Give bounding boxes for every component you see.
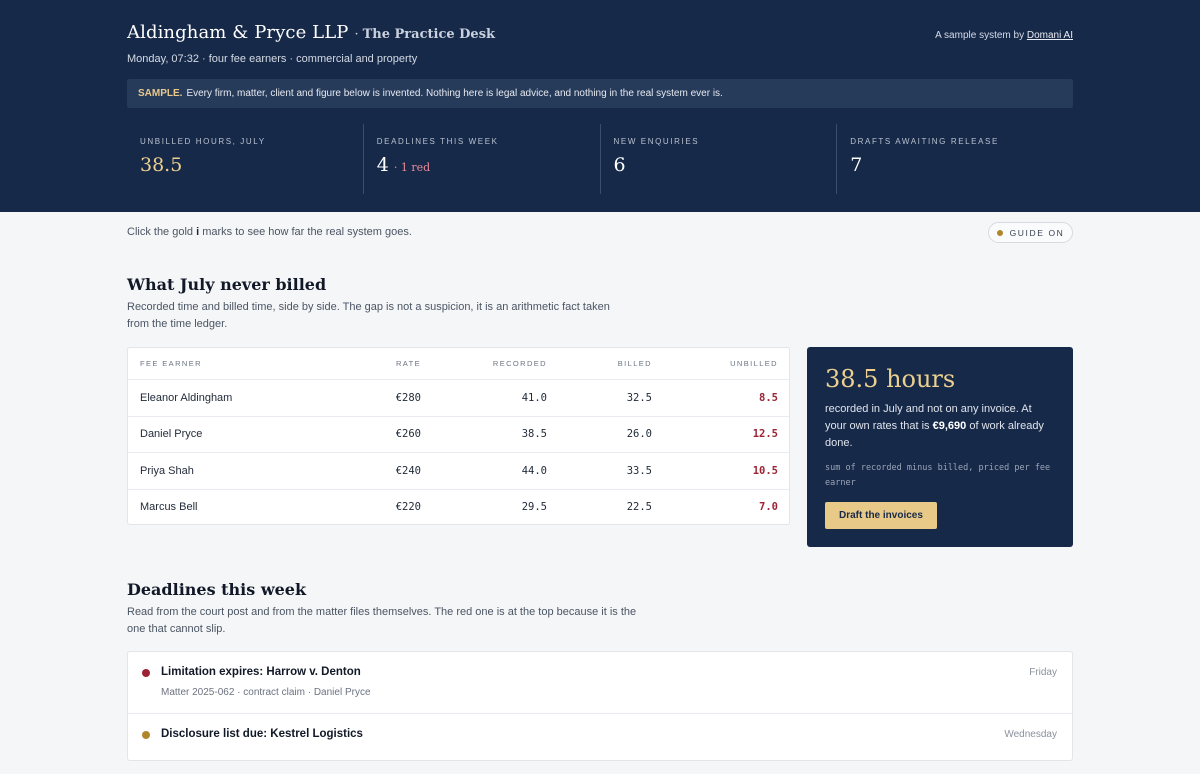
- draft-invoices-button[interactable]: Draft the invoices: [825, 502, 937, 529]
- byline: A sample system by Domani AI: [935, 30, 1073, 41]
- stat-label: DEADLINES THIS WEEK: [376, 137, 499, 146]
- rate-cell: €280: [395, 391, 421, 404]
- table-row[interactable]: Daniel Pryce €260 38.5 26.0 12.5: [128, 415, 789, 453]
- firm-name: Aldingham & Pryce LLP: [127, 22, 349, 43]
- deadline-item[interactable]: Limitation expires: Harrow v. Denton Mat…: [128, 652, 1072, 713]
- app-subtitle: The Practice Desk: [362, 27, 496, 42]
- stat-value: 4 · 1 red: [377, 154, 600, 176]
- stat-label: DRAFTS AWAITING RELEASE: [850, 137, 999, 146]
- header-meta: Monday, 07:32 · four fee earners · comme…: [127, 53, 418, 65]
- red-status-dot: [142, 669, 150, 677]
- summary-amount: €9,690: [932, 420, 967, 432]
- stat-value: 6: [614, 154, 837, 176]
- stat-number: 4: [376, 154, 389, 176]
- stat-value: 38.5: [140, 154, 363, 176]
- table-row[interactable]: Marcus Bell €220 29.5 22.5 7.0: [128, 488, 789, 526]
- deadlines-list: Limitation expires: Harrow v. Denton Mat…: [127, 651, 1073, 761]
- fee-earner-name: Priya Shah: [140, 464, 194, 477]
- stat-new-enquiries[interactable]: NEW ENQUIRIES 6: [599, 124, 837, 194]
- stat-drafts[interactable]: DRAFTS AWAITING RELEASE 7: [836, 124, 1073, 194]
- billed-cell: 33.5: [626, 464, 652, 477]
- fee-earner-name: Eleanor Aldingham: [140, 391, 233, 404]
- page-header: Aldingham & Pryce LLP · The Practice Des…: [0, 0, 1200, 212]
- info-mark: i: [196, 226, 200, 238]
- byline-link[interactable]: Domani AI: [1027, 30, 1073, 41]
- table-row[interactable]: Priya Shah €240 44.0 33.5 10.5: [128, 452, 789, 489]
- summary-method-note: sum of recorded minus billed, priced per…: [825, 463, 1051, 488]
- recorded-cell: 29.5: [521, 501, 547, 514]
- billed-cell: 26.0: [626, 428, 652, 441]
- stat-number: 7: [850, 154, 863, 176]
- sample-banner: SAMPLE. Every firm, matter, client and f…: [127, 79, 1073, 108]
- guide-toggle[interactable]: GUIDE ON: [988, 222, 1073, 243]
- col-header-recorded: RECORDED: [492, 359, 547, 368]
- stats-row: UNBILLED HOURS, JULY 38.5 DEADLINES THIS…: [127, 124, 1073, 194]
- summary-hours: 38.5 hours: [825, 365, 956, 393]
- guide-text-after: marks to see how far the real system goe…: [202, 226, 412, 238]
- rate-cell: €240: [395, 464, 421, 477]
- deadlines-section-desc: Read from the court post and from the ma…: [127, 606, 637, 635]
- deadline-day: Friday: [1029, 667, 1057, 678]
- guide-status-dot: [996, 229, 1003, 236]
- deadline-title: Disclosure list due: Kestrel Logistics: [161, 728, 363, 740]
- col-header-rate: RATE: [395, 359, 421, 368]
- guide-text-before: Click the gold: [127, 226, 194, 238]
- stat-unbilled-hours[interactable]: UNBILLED HOURS, JULY 38.5: [127, 124, 363, 194]
- col-header-fee-earner: FEE EARNER: [140, 359, 202, 368]
- col-header-unbilled: UNBILLED: [730, 359, 778, 368]
- recorded-cell: 41.0: [521, 391, 547, 404]
- unbilled-section-desc: Recorded time and billed time, side by s…: [127, 301, 610, 330]
- title-separator: ·: [354, 27, 359, 42]
- unbilled-section-title: What July never billed: [127, 275, 327, 294]
- recorded-cell: 44.0: [521, 464, 547, 477]
- deadline-day: Wednesday: [1004, 729, 1057, 740]
- unbilled-cell: 10.5: [752, 464, 778, 477]
- stat-number: 6: [613, 154, 626, 176]
- sample-tag: SAMPLE.: [138, 88, 183, 99]
- summary-text: recorded in July and not on any invoice.…: [825, 401, 1055, 452]
- rate-cell: €260: [395, 428, 421, 441]
- guide-toggle-label: GUIDE ON: [1009, 227, 1065, 238]
- deadline-meta: Matter 2025-062 · contract claim · Danie…: [161, 687, 371, 698]
- unbilled-cell: 8.5: [759, 391, 778, 404]
- stat-label: NEW ENQUIRIES: [613, 137, 700, 146]
- deadlines-section-title: Deadlines this week: [127, 580, 307, 599]
- byline-prefix: A sample system by: [935, 30, 1025, 41]
- unbilled-summary-card: 38.5 hours recorded in July and not on a…: [807, 347, 1073, 547]
- table-header: FEE EARNER RATE RECORDED BILLED UNBILLED: [128, 348, 789, 379]
- amber-status-dot: [142, 731, 150, 739]
- sample-banner-text: Every firm, matter, client and figure be…: [186, 88, 723, 99]
- firm-title-row: Aldingham & Pryce LLP · The Practice Des…: [127, 22, 495, 43]
- unbilled-cell: 12.5: [752, 428, 778, 441]
- stat-red-note: · 1 red: [393, 161, 431, 174]
- stat-label: UNBILLED HOURS, JULY: [140, 137, 266, 146]
- stat-value: 7: [850, 154, 1073, 176]
- unbilled-cell: 7.0: [759, 501, 778, 514]
- col-header-billed: BILLED: [617, 359, 652, 368]
- stat-number: 38.5: [140, 154, 183, 176]
- rate-cell: €220: [395, 501, 421, 514]
- guide-hint: Click the gold i marks to see how far th…: [127, 226, 412, 238]
- fee-earner-name: Marcus Bell: [140, 501, 198, 514]
- billed-cell: 22.5: [626, 501, 652, 514]
- recorded-cell: 38.5: [521, 428, 547, 441]
- table-row[interactable]: Eleanor Aldingham €280 41.0 32.5 8.5: [128, 379, 789, 416]
- fee-earner-name: Daniel Pryce: [140, 428, 203, 441]
- deadline-title: Limitation expires: Harrow v. Denton: [161, 666, 361, 678]
- stat-deadlines[interactable]: DEADLINES THIS WEEK 4 · 1 red: [362, 124, 600, 194]
- deadline-item[interactable]: Disclosure list due: Kestrel Logistics W…: [128, 713, 1072, 774]
- unbilled-table: FEE EARNER RATE RECORDED BILLED UNBILLED…: [127, 347, 790, 525]
- billed-cell: 32.5: [626, 391, 652, 404]
